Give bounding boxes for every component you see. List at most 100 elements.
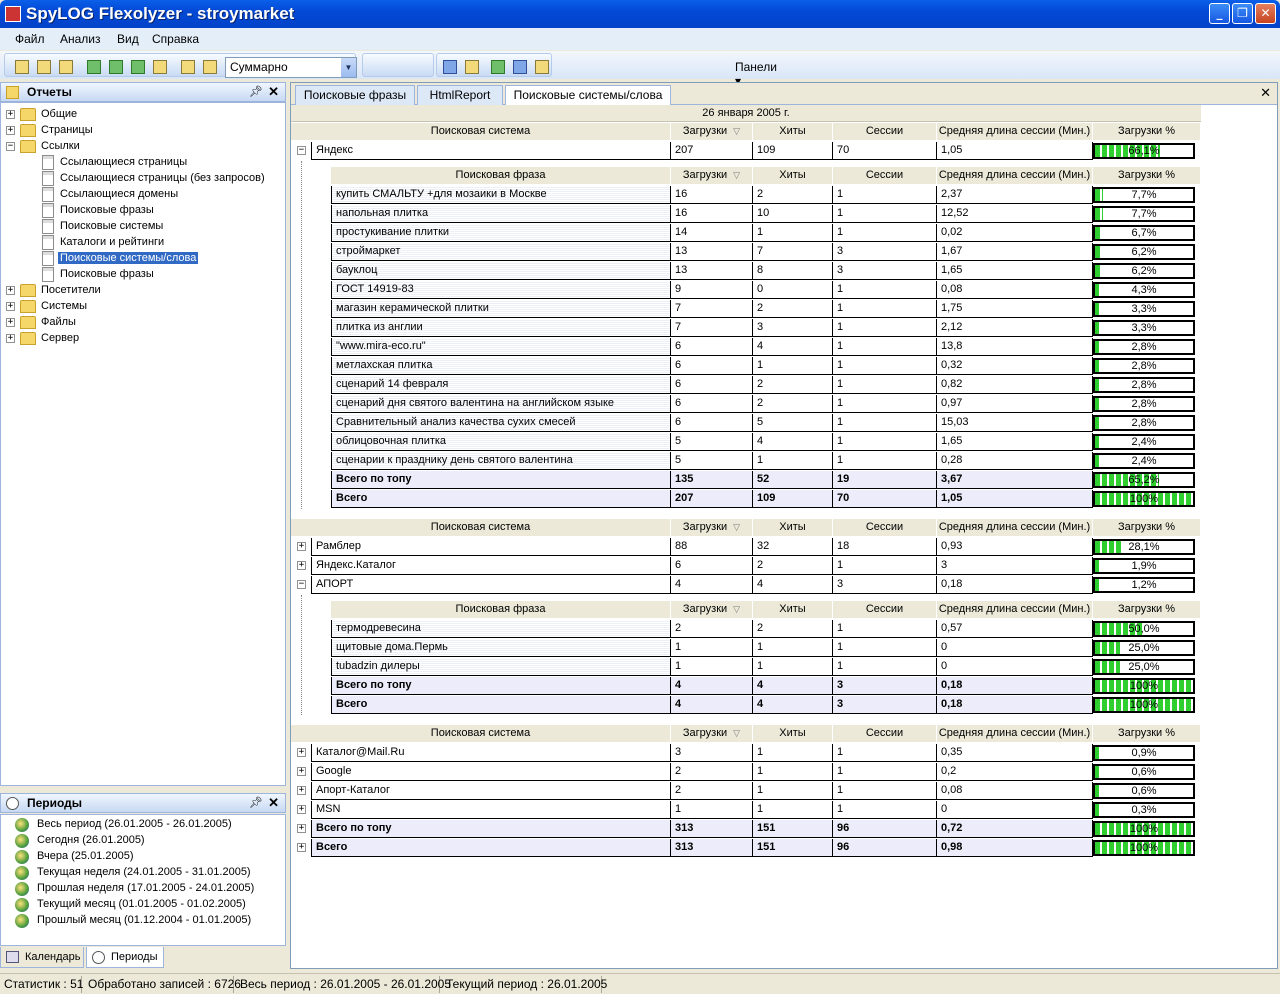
column-header[interactable]: Загрузки ▽: [671, 167, 753, 184]
period-item[interactable]: Вчера (25.01.2005): [15, 849, 285, 865]
save-icon[interactable]: [465, 60, 479, 74]
row-expander[interactable]: +: [297, 843, 306, 852]
tree-item[interactable]: + Общие: [1, 107, 285, 123]
column-header[interactable]: Средняя длина сессии (Мин.): [937, 601, 1093, 618]
tree-expander[interactable]: +: [6, 286, 15, 295]
column-header[interactable]: Загрузки ▽: [671, 123, 753, 140]
filter-add-icon[interactable]: [109, 60, 123, 74]
maximize-button[interactable]: ❐: [1232, 3, 1253, 24]
column-header[interactable]: Загрузки %: [1093, 725, 1201, 742]
tree-item[interactable]: + Посетители: [1, 283, 285, 299]
tree-item[interactable]: Ссылающиеся страницы: [1, 155, 285, 171]
menu-view[interactable]: Вид: [117, 32, 139, 46]
tree-expander[interactable]: +: [6, 302, 15, 311]
minimize-button[interactable]: _: [1209, 3, 1230, 24]
column-header[interactable]: Хиты: [753, 725, 833, 742]
tab-htmlreport[interactable]: HtmlReport: [417, 85, 503, 105]
tab-search-phrases[interactable]: Поисковые фразы: [295, 85, 415, 105]
menu-analysis[interactable]: Анализ: [60, 32, 101, 46]
pin-icon[interactable]: 📌︎: [249, 794, 263, 812]
period-item[interactable]: Прошлый месяц (01.12.2004 - 01.01.2005): [15, 913, 285, 929]
folder-icon[interactable]: [203, 60, 217, 74]
tree-item[interactable]: Поисковые системы/слова: [1, 251, 285, 267]
column-header[interactable]: Сессии: [833, 123, 937, 140]
column-header[interactable]: Загрузки ▽: [671, 601, 753, 618]
chevron-down-icon[interactable]: ▼: [341, 58, 356, 77]
tab-periods[interactable]: Периоды: [86, 947, 164, 968]
refresh-icon[interactable]: [87, 60, 101, 74]
tree-item[interactable]: Поисковые системы: [1, 219, 285, 235]
tree-item[interactable]: Ссылающиеся страницы (без запросов): [1, 171, 285, 187]
tree-item[interactable]: Ссылающиеся домены: [1, 187, 285, 203]
column-header[interactable]: Хиты: [753, 167, 833, 184]
column-header[interactable]: Средняя длина сессии (Мин.): [937, 519, 1093, 536]
close-window-button[interactable]: ✕: [1255, 3, 1276, 24]
column-header[interactable]: Хиты: [753, 123, 833, 140]
export-xml-icon[interactable]: [535, 60, 549, 74]
tree-expander[interactable]: +: [6, 110, 15, 119]
close-icon[interactable]: ✕: [1260, 85, 1271, 101]
row-expander[interactable]: −: [297, 146, 306, 155]
column-header[interactable]: Средняя длина сессии (Мин.): [937, 725, 1093, 742]
new-report-icon[interactable]: [15, 60, 29, 74]
row-expander[interactable]: −: [297, 580, 306, 589]
column-header[interactable]: Средняя длина сессии (Мин.): [937, 167, 1093, 184]
open-report-icon[interactable]: [181, 60, 195, 74]
column-header[interactable]: Загрузки ▽: [671, 519, 753, 536]
column-header[interactable]: Поисковая система: [291, 725, 671, 742]
column-header[interactable]: Поисковая система: [291, 519, 671, 536]
tree-item[interactable]: − Ссылки: [1, 139, 285, 155]
menu-file[interactable]: Файл: [15, 32, 45, 46]
period-item[interactable]: Весь период (26.01.2005 - 26.01.2005): [15, 817, 285, 833]
export-excel-icon[interactable]: [491, 60, 505, 74]
column-header[interactable]: Сессии: [833, 167, 937, 184]
row-expander[interactable]: +: [297, 748, 306, 757]
tree-item[interactable]: Поисковые фразы: [1, 267, 285, 283]
period-item[interactable]: Прошлая неделя (17.01.2005 - 24.01.2005): [15, 881, 285, 897]
filter-icon[interactable]: [153, 60, 167, 74]
tree-expander[interactable]: +: [6, 126, 15, 135]
row-expander[interactable]: +: [297, 805, 306, 814]
tree-item[interactable]: Каталоги и рейтинги: [1, 235, 285, 251]
tree-item[interactable]: Поисковые фразы: [1, 203, 285, 219]
close-icon[interactable]: ✕: [268, 794, 279, 812]
row-expander[interactable]: +: [297, 542, 306, 551]
row-expander[interactable]: +: [297, 786, 306, 795]
copy-report-icon[interactable]: [37, 60, 51, 74]
close-icon[interactable]: ✕: [268, 83, 279, 101]
column-header[interactable]: Хиты: [753, 601, 833, 618]
column-header[interactable]: Хиты: [753, 519, 833, 536]
aggregation-select[interactable]: Суммарно ▼: [225, 57, 357, 78]
tree-expander[interactable]: −: [6, 142, 15, 151]
tree-item[interactable]: + Системы: [1, 299, 285, 315]
column-header[interactable]: Сессии: [833, 725, 937, 742]
row-expander[interactable]: +: [297, 824, 306, 833]
period-item[interactable]: Текущая неделя (24.01.2005 - 31.01.2005): [15, 865, 285, 881]
column-header[interactable]: Сессии: [833, 601, 937, 618]
tab-search-systems-words[interactable]: Поисковые системы/слова: [505, 85, 671, 106]
period-item[interactable]: Сегодня (26.01.2005): [15, 833, 285, 849]
menu-help[interactable]: Справка: [152, 32, 199, 46]
export-html-icon[interactable]: [513, 60, 527, 74]
column-header[interactable]: Поисковая фраза: [331, 167, 671, 184]
database-icon[interactable]: [131, 60, 145, 74]
period-item[interactable]: Текущий месяц (01.01.2005 - 01.02.2005): [15, 897, 285, 913]
column-header[interactable]: Поисковая фраза: [331, 601, 671, 618]
column-header[interactable]: Средняя длина сессии (Мин.): [937, 123, 1093, 140]
row-expander[interactable]: +: [297, 561, 306, 570]
tree-item[interactable]: + Страницы: [1, 123, 285, 139]
tree-item[interactable]: + Файлы: [1, 315, 285, 331]
column-header[interactable]: Загрузки %: [1093, 167, 1201, 184]
report-settings-icon[interactable]: [59, 60, 73, 74]
column-header[interactable]: Загрузки ▽: [671, 725, 753, 742]
tree-expander[interactable]: +: [6, 318, 15, 327]
column-header[interactable]: Сессии: [833, 519, 937, 536]
tree-expander[interactable]: +: [6, 334, 15, 343]
pin-icon[interactable]: 📌︎: [249, 83, 263, 101]
column-header[interactable]: Загрузки %: [1093, 601, 1201, 618]
column-header[interactable]: Загрузки %: [1093, 123, 1201, 140]
tree-item[interactable]: + Сервер: [1, 331, 285, 347]
tab-calendar[interactable]: Календарь: [0, 947, 84, 968]
column-header[interactable]: Загрузки %: [1093, 519, 1201, 536]
column-header[interactable]: Поисковая система: [291, 123, 671, 140]
